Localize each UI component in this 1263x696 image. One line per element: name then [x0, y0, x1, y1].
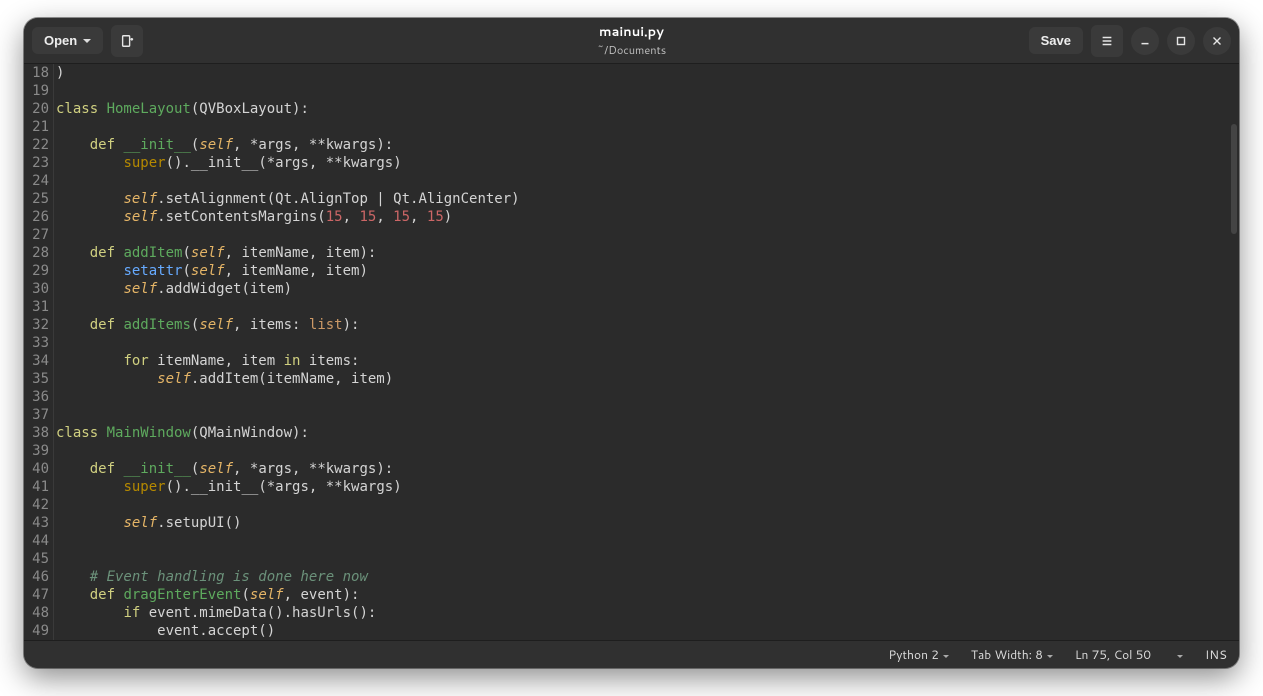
goto-line[interactable] [1173, 646, 1183, 663]
tab-width-label: Tab Width: 8 [971, 646, 1043, 663]
code-line[interactable]: # Event handling is done here now [56, 568, 1239, 586]
new-document-icon [120, 34, 134, 48]
code-line[interactable]: for itemName, item in items: [56, 352, 1239, 370]
code-line[interactable] [56, 226, 1239, 244]
line-number: 46 [24, 568, 49, 586]
line-number: 43 [24, 514, 49, 532]
cursor-position-label: Ln 75, Col 50 [1075, 646, 1151, 663]
editor-area[interactable]: 1819202122232425262728293031323334353637… [24, 64, 1239, 640]
line-number: 47 [24, 586, 49, 604]
code-line[interactable]: self.addItem(itemName, item) [56, 370, 1239, 388]
minimize-icon [1138, 34, 1152, 48]
line-number: 49 [24, 622, 49, 640]
line-number: 31 [24, 298, 49, 316]
code-line[interactable]: self.setContentsMargins(15, 15, 15, 15) [56, 208, 1239, 226]
new-tab-button[interactable] [111, 25, 143, 57]
code-line[interactable] [56, 550, 1239, 568]
code-line[interactable] [56, 82, 1239, 100]
line-number: 19 [24, 82, 49, 100]
code-line[interactable]: def dragEnterEvent(self, event): [56, 586, 1239, 604]
code-line[interactable] [56, 496, 1239, 514]
save-button-label: Save [1041, 33, 1071, 48]
code-line[interactable]: class MainWindow(QMainWindow): [56, 424, 1239, 442]
insert-mode-label: INS [1205, 646, 1227, 663]
code-line[interactable]: class HomeLayout(QVBoxLayout): [56, 100, 1239, 118]
line-number: 37 [24, 406, 49, 424]
line-number: 33 [24, 334, 49, 352]
line-number: 36 [24, 388, 49, 406]
hamburger-icon [1100, 34, 1114, 48]
maximize-icon [1174, 34, 1188, 48]
code-line[interactable]: def __init__(self, *args, **kwargs): [56, 460, 1239, 478]
code-line[interactable]: def addItems(self, items: list): [56, 316, 1239, 334]
code-line[interactable] [56, 118, 1239, 136]
hamburger-menu-button[interactable] [1091, 25, 1123, 57]
maximize-button[interactable] [1167, 27, 1195, 55]
code-content[interactable]: ) class HomeLayout(QVBoxLayout): def __i… [54, 64, 1239, 640]
code-line[interactable]: setattr(self, itemName, item) [56, 262, 1239, 280]
chevron-down-icon [83, 33, 91, 48]
code-line[interactable] [56, 172, 1239, 190]
code-line[interactable]: self.addWidget(item) [56, 280, 1239, 298]
line-number-gutter: 1819202122232425262728293031323334353637… [24, 64, 54, 640]
line-number: 24 [24, 172, 49, 190]
line-number: 39 [24, 442, 49, 460]
line-number: 40 [24, 460, 49, 478]
line-number: 25 [24, 190, 49, 208]
line-number: 26 [24, 208, 49, 226]
code-line[interactable]: super().__init__(*args, **kwargs) [56, 478, 1239, 496]
line-number: 30 [24, 280, 49, 298]
language-label: Python 2 [888, 646, 938, 663]
line-number: 44 [24, 532, 49, 550]
save-button[interactable]: Save [1029, 27, 1083, 54]
code-line[interactable] [56, 532, 1239, 550]
minimize-button[interactable] [1131, 27, 1159, 55]
code-line[interactable] [56, 388, 1239, 406]
code-line[interactable]: self.setupUI() [56, 514, 1239, 532]
cursor-position[interactable]: Ln 75, Col 50 [1075, 646, 1151, 663]
code-line[interactable] [56, 442, 1239, 460]
scrollbar-thumb[interactable] [1231, 124, 1237, 234]
code-line[interactable]: event.accept() [56, 622, 1239, 640]
line-number: 35 [24, 370, 49, 388]
code-line[interactable] [56, 334, 1239, 352]
line-number: 32 [24, 316, 49, 334]
line-number: 28 [24, 244, 49, 262]
line-number: 21 [24, 118, 49, 136]
line-number: 34 [24, 352, 49, 370]
chevron-down-icon [1173, 646, 1183, 663]
code-line[interactable] [56, 298, 1239, 316]
code-line[interactable]: if event.mimeData().hasUrls(): [56, 604, 1239, 622]
code-line[interactable]: def addItem(self, itemName, item): [56, 244, 1239, 262]
line-number: 29 [24, 262, 49, 280]
close-button[interactable] [1203, 27, 1231, 55]
open-button-label: Open [44, 33, 77, 48]
code-line[interactable]: ) [56, 64, 1239, 82]
line-number: 41 [24, 478, 49, 496]
close-icon [1210, 34, 1224, 48]
line-number: 38 [24, 424, 49, 442]
status-bar: Python 2 Tab Width: 8 Ln 75, Col 50 INS [24, 640, 1239, 668]
chevron-down-icon [939, 646, 949, 663]
insert-mode[interactable]: INS [1205, 646, 1227, 663]
chevron-down-icon [1043, 646, 1053, 663]
line-number: 45 [24, 550, 49, 568]
code-line[interactable] [56, 406, 1239, 424]
code-line[interactable]: def __init__(self, *args, **kwargs): [56, 136, 1239, 154]
tab-width-selector[interactable]: Tab Width: 8 [971, 646, 1053, 663]
code-line[interactable]: super().__init__(*args, **kwargs) [56, 154, 1239, 172]
editor-window: Open mainui.py ~/Documents Save [24, 18, 1239, 668]
language-selector[interactable]: Python 2 [888, 646, 948, 663]
line-number: 27 [24, 226, 49, 244]
line-number: 42 [24, 496, 49, 514]
line-number: 20 [24, 100, 49, 118]
line-number: 23 [24, 154, 49, 172]
line-number: 48 [24, 604, 49, 622]
code-line[interactable]: self.setAlignment(Qt.AlignTop | Qt.Align… [56, 190, 1239, 208]
line-number: 18 [24, 64, 49, 82]
header-bar: Open mainui.py ~/Documents Save [24, 18, 1239, 64]
line-number: 22 [24, 136, 49, 154]
open-button[interactable]: Open [32, 27, 103, 54]
